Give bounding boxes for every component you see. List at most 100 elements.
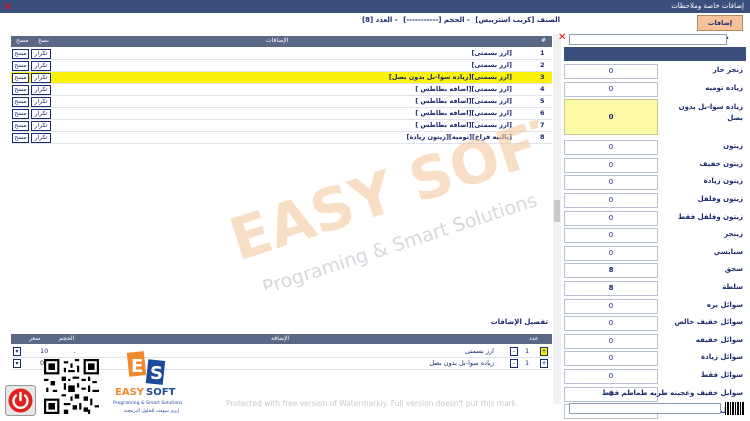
svg-text:SOFT: SOFT bbox=[146, 387, 176, 398]
addition-name: سوائل خفيف خالص bbox=[674, 318, 743, 327]
close-icon[interactable]: ✕ bbox=[3, 0, 12, 13]
delete-button[interactable]: مسح bbox=[12, 121, 29, 131]
table-row[interactable]: مسح تكرار [ارز بسمتى][اضافه بطاطس ] 7 bbox=[11, 120, 552, 132]
addition-name: زنجر حار bbox=[712, 66, 743, 74]
repeat-button[interactable]: تكرار bbox=[31, 85, 51, 95]
addition-qty[interactable]: 0 bbox=[564, 316, 658, 332]
addition-item[interactable]: 0 زياده توميه bbox=[564, 81, 746, 98]
addition-name: زيتون خفيف bbox=[699, 159, 743, 168]
addition-item[interactable]: 0 زيتون وفلفل فقط bbox=[564, 210, 746, 227]
increase-button[interactable]: + bbox=[540, 347, 548, 356]
addition-qty[interactable]: 0 bbox=[564, 298, 658, 314]
row-number: 8 bbox=[540, 133, 545, 141]
table-row[interactable]: مسح تكرار [ارز بسمتى] 2 bbox=[11, 60, 552, 72]
repeat-button[interactable]: تكرار bbox=[31, 97, 51, 107]
addition-item[interactable]: 0 زيتون خفيف bbox=[564, 157, 746, 174]
addition-item[interactable]: 8 سجق bbox=[564, 262, 746, 279]
addition-name: زينجر bbox=[724, 230, 743, 239]
addition-item[interactable]: 8 سلطة bbox=[564, 280, 746, 297]
row-addition-text: [ارز بسمتى][زياده سوا-بل بدون بصل] bbox=[388, 73, 512, 81]
watermark-notice: Protected with free version of Watermark… bbox=[226, 399, 519, 408]
header-additions: الإضافات bbox=[266, 37, 289, 44]
row-addition-text: [ارز بسمتى][اضافه بطاطس ] bbox=[415, 109, 512, 117]
repeat-button[interactable]: تكرار bbox=[31, 109, 51, 119]
delete-button[interactable]: مسح bbox=[12, 97, 29, 107]
addition-item[interactable]: 0 سوائل خفيف خالص bbox=[564, 315, 746, 332]
addition-qty[interactable]: 8 bbox=[564, 281, 658, 296]
addition-qty[interactable]: 0 bbox=[564, 210, 658, 226]
addition-qty[interactable]: 0 bbox=[564, 351, 658, 367]
price-dropdown-icon[interactable]: ▾ bbox=[13, 347, 21, 356]
row-addition-text: [بالنيه فراخ][توميه][زيتون زيادة] bbox=[406, 133, 512, 141]
delete-button[interactable]: مسح bbox=[12, 73, 29, 83]
addition-item[interactable]: 0 سبايسي bbox=[564, 245, 746, 262]
repeat-button[interactable]: تكرار bbox=[31, 61, 51, 71]
logo-tagline: Programing & Smart Solutions bbox=[113, 400, 183, 406]
table-row[interactable]: مسح تكرار [ارز بسمتى][اضافه بطاطس ] 5 bbox=[11, 96, 552, 108]
kitchen-additions-button[interactable]: إضافات مطبخ bbox=[697, 15, 743, 41]
repeat-button[interactable]: تكرار bbox=[31, 133, 51, 143]
table-row[interactable]: مسح تكرار [ارز بسمتى][اضافه بطاطس ] 6 bbox=[11, 108, 552, 120]
row-addition-text: [ارز بسمتى][اضافه بطاطس ] bbox=[415, 85, 512, 93]
repeat-button[interactable]: تكرار bbox=[31, 121, 51, 131]
addition-item[interactable]: 0 سوائل خفيفه bbox=[564, 333, 746, 350]
addition-qty[interactable]: 0 bbox=[564, 157, 658, 173]
svg-text:EASY: EASY bbox=[115, 387, 145, 398]
addition-item[interactable]: 0 زياده سوا-بل بدون بصل bbox=[564, 98, 746, 138]
row-addition-text: [ارز بسمتى][اضافه بطاطس ] bbox=[415, 97, 512, 105]
addition-qty[interactable]: 0 bbox=[564, 140, 658, 156]
addition-name: سلطة bbox=[722, 283, 743, 291]
row-number: 5 bbox=[540, 97, 545, 105]
scrollbar-thumb[interactable] bbox=[554, 200, 560, 222]
table-row[interactable]: مسح تكرار [ارز بسمتى][اضافه بطاطس ] 4 bbox=[11, 84, 552, 96]
addition-item[interactable]: 0 سوائل زيادة bbox=[564, 350, 746, 367]
row-number: 2 bbox=[540, 61, 545, 69]
item-info: الصنف [كريب استريبس] - الحجم [----------… bbox=[362, 16, 560, 24]
svg-text:S: S bbox=[150, 363, 163, 384]
addition-qty[interactable]: 0 bbox=[564, 245, 658, 261]
addition-item[interactable]: 0 زيتون وفلفل bbox=[564, 192, 746, 209]
decrease-button[interactable]: - bbox=[510, 347, 518, 356]
addition-name: زياده سوا-بل بدون بصل bbox=[678, 103, 743, 123]
repeat-button[interactable]: تكرار bbox=[31, 73, 51, 83]
addition-qty[interactable]: 8 bbox=[564, 263, 658, 279]
addition-item[interactable]: 0 زيتون bbox=[564, 139, 746, 156]
repeat-button[interactable]: تكرار bbox=[31, 49, 51, 59]
table-row[interactable]: مسح تكرار [ارز بسمتى][زياده سوا-بل بدون بص… bbox=[11, 72, 552, 84]
delete-button[interactable]: مسح bbox=[12, 133, 29, 143]
addition-qty[interactable]: 0 bbox=[564, 193, 658, 208]
price-dropdown-icon[interactable]: ▾ bbox=[13, 359, 21, 368]
addition-qty[interactable]: 0 bbox=[564, 64, 658, 79]
addition-item[interactable]: 0 سوائل بره bbox=[564, 298, 746, 315]
table-row[interactable]: مسح تكرار [بالنيه فراخ][توميه][زيتون زيادة… bbox=[11, 132, 552, 144]
increase-button[interactable]: + bbox=[540, 359, 548, 368]
addition-qty[interactable]: 0 bbox=[564, 81, 658, 97]
addition-qty[interactable]: 0 bbox=[564, 369, 658, 384]
addition-qty[interactable]: 0 bbox=[564, 333, 658, 349]
addition-qty[interactable]: 0 bbox=[564, 175, 658, 191]
addition-name: سوايل خفيف وعجينه طريه طماطم فقط bbox=[601, 388, 743, 397]
barcode-icon[interactable] bbox=[725, 402, 745, 415]
exit-button[interactable] bbox=[5, 385, 36, 416]
addition-item[interactable]: 0 سوائل فقط bbox=[564, 368, 746, 385]
addition-item[interactable]: 0 زينجر bbox=[564, 227, 746, 244]
info-category: الصنف [كريب استريبس] bbox=[475, 16, 560, 24]
delete-button[interactable]: مسح bbox=[12, 109, 29, 119]
delete-button[interactable]: مسح bbox=[12, 49, 29, 59]
addition-qty[interactable]: 0 bbox=[564, 228, 658, 244]
table-row[interactable]: مسح تكرار [ارز بسمتى] 1 bbox=[11, 48, 552, 60]
addition-item[interactable]: 0 زنجر حار bbox=[564, 63, 746, 80]
details-price: 10 bbox=[40, 347, 49, 355]
clear-search-icon[interactable]: ✕ bbox=[558, 33, 566, 43]
addition-item[interactable]: 0 زيتون زيادة bbox=[564, 174, 746, 191]
details-row[interactable]: ▾ 10. ارز بسمتى -1 + bbox=[11, 346, 552, 358]
delete-button[interactable]: مسح bbox=[12, 61, 29, 71]
addition-item[interactable]: 0 سوايل خفيف وعجينه طريه طماطم فقط bbox=[564, 386, 746, 403]
addition-qty[interactable]: 0 bbox=[564, 99, 658, 136]
addition-name: زيتون bbox=[723, 142, 743, 151]
search-input[interactable] bbox=[569, 34, 727, 45]
details-header-count: عدد bbox=[529, 335, 539, 342]
delete-button[interactable]: مسح bbox=[12, 85, 29, 95]
barcode-input[interactable] bbox=[569, 403, 721, 414]
decrease-button[interactable]: - bbox=[510, 359, 518, 368]
